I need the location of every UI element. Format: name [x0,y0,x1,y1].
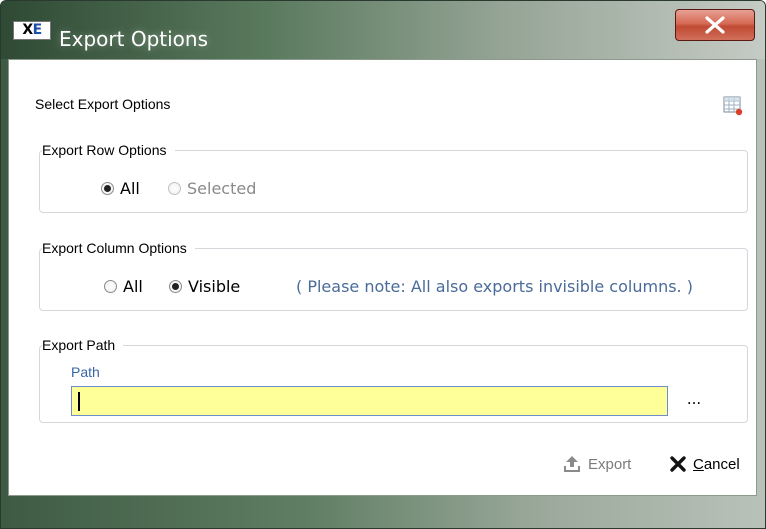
invisible-columns-note: ( Please note: All also exports invisibl… [296,277,693,296]
export-row-options-legend: Export Row Options [42,142,175,158]
radio-checked-indicator [169,280,182,293]
app-icon-letter-e: E [32,22,43,38]
column-option-all-label: All [123,277,143,296]
radio-checked-indicator [101,182,114,195]
export-upload-icon [564,456,580,472]
cancel-x-icon [670,456,686,472]
app-icon: XE [13,21,51,40]
dialog-body: Select Export Options Export Row Options… [8,59,757,496]
row-option-all-radio[interactable]: All [101,179,140,198]
row-option-selected-label: Selected [187,179,257,198]
cancel-button-label: Cancel [693,456,740,473]
browse-button[interactable]: ... [680,390,708,410]
export-button-label: Export [588,455,632,473]
row-option-all-label: All [120,179,140,198]
column-option-all-radio[interactable]: All [104,277,143,296]
close-button[interactable] [675,9,755,41]
column-option-visible-radio[interactable]: Visible [169,277,240,296]
cancel-accelerator-letter: C [693,455,704,473]
window-bottom-frame [1,496,765,528]
dialog-header-label: Select Export Options [35,96,171,112]
path-input[interactable] [71,386,668,416]
text-caret [78,392,80,411]
title-bar[interactable]: XE Export Options [1,1,765,59]
export-button[interactable]: Export [562,452,631,476]
path-field-label: Path [71,364,100,380]
radio-unchecked-indicator [168,182,181,195]
export-path-legend: Export Path [42,337,124,353]
export-row-options-group: Export Row Options All Selected [39,142,748,213]
radio-unchecked-indicator [104,280,117,293]
window-title: Export Options [59,27,208,51]
export-options-window: XE Export Options Select Export Options … [0,0,766,529]
row-option-selected-radio[interactable]: Selected [168,179,256,198]
cancel-label-rest: ancel [703,455,740,473]
export-path-group: Export Path Path ... [39,337,748,423]
grid-export-icon [723,96,743,116]
app-icon-letter-x: X [22,22,33,38]
close-icon [705,16,725,34]
cancel-button[interactable]: Cancel [669,452,740,476]
export-column-options-legend: Export Column Options [42,240,195,256]
export-column-options-group: Export Column Options All Visible ( Plea… [39,240,748,311]
column-option-visible-label: Visible [188,277,241,296]
